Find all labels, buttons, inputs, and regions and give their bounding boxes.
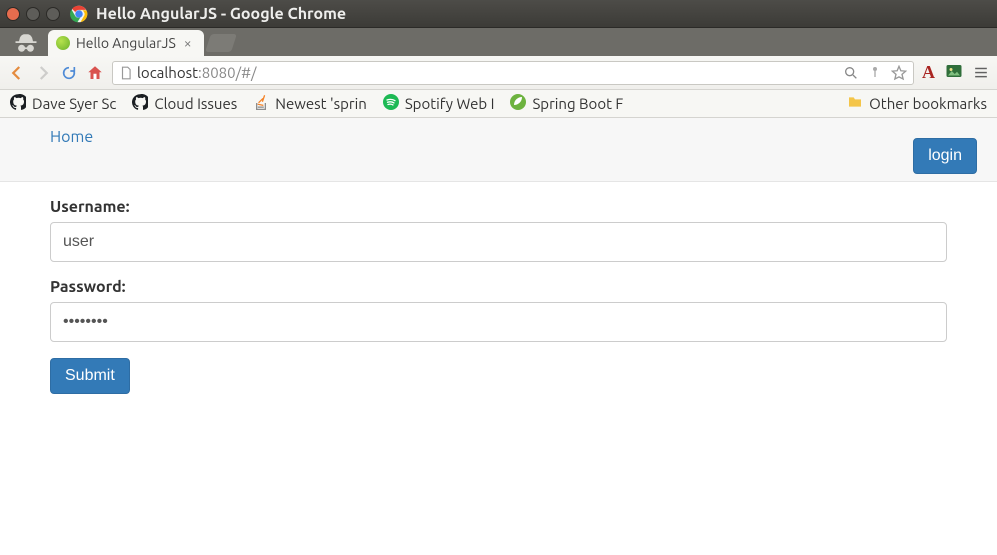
window-minimize-button[interactable] <box>26 7 40 21</box>
tab-close-button[interactable]: × <box>182 35 194 51</box>
new-tab-button[interactable] <box>205 34 237 52</box>
address-bar[interactable]: localhost:8080/#/ <box>112 61 914 85</box>
bookmark-item[interactable]: Spring Boot F <box>510 94 623 113</box>
url-port-path: :8080/#/ <box>198 64 256 81</box>
window-maximize-button[interactable] <box>46 7 60 21</box>
bookmark-label: Dave Syer Sc <box>32 95 116 112</box>
page-icon <box>119 66 133 80</box>
browser-toolbar: localhost:8080/#/ A <box>0 56 997 90</box>
star-bookmark-icon[interactable] <box>891 65 907 81</box>
bookmark-label: Spring Boot F <box>532 95 623 112</box>
password-label: Password: <box>50 278 947 296</box>
nav-reload-button[interactable] <box>60 64 78 82</box>
app-navbar: Home login <box>0 118 997 182</box>
nav-back-button[interactable] <box>8 64 26 82</box>
other-bookmarks-label: Other bookmarks <box>869 95 987 112</box>
incognito-icon <box>8 30 44 56</box>
folder-icon <box>847 94 863 113</box>
bookmark-item[interactable]: Cloud Issues <box>132 94 237 113</box>
spring-icon <box>510 94 526 113</box>
stackoverflow-icon <box>253 94 269 113</box>
browser-tab[interactable]: Hello AngularJS × <box>48 30 204 56</box>
zoom-icon[interactable] <box>843 65 859 81</box>
bookmarks-bar: Dave Syer Sc Cloud Issues Newest 'sprin … <box>0 90 997 118</box>
bookmark-item[interactable]: Newest 'sprin <box>253 94 367 113</box>
tab-strip: Hello AngularJS × <box>0 28 997 56</box>
username-label: Username: <box>50 198 947 216</box>
permissions-icon[interactable] <box>867 65 883 81</box>
nav-home-link[interactable]: Home <box>50 128 93 146</box>
bookmark-item[interactable]: Dave Syer Sc <box>10 94 116 113</box>
bookmark-item[interactable]: Spotify Web I <box>383 94 495 113</box>
login-form: Username: Password: Submit <box>0 182 997 410</box>
browser-menu-button[interactable] <box>973 66 989 80</box>
bookmark-label: Cloud Issues <box>154 95 237 112</box>
other-bookmarks-folder[interactable]: Other bookmarks <box>847 94 987 113</box>
spotify-icon <box>383 94 399 113</box>
password-input[interactable] <box>50 302 947 342</box>
url-text: localhost:8080/#/ <box>137 64 839 81</box>
extension-picture-icon[interactable] <box>945 62 963 83</box>
bookmark-label: Spotify Web I <box>405 95 495 112</box>
url-host: localhost <box>137 64 198 81</box>
github-icon <box>10 94 26 113</box>
nav-forward-button[interactable] <box>34 64 52 82</box>
github-icon <box>132 94 148 113</box>
login-button[interactable]: login <box>913 138 977 174</box>
submit-button[interactable]: Submit <box>50 358 130 394</box>
nav-home-button[interactable] <box>86 64 104 82</box>
window-controls <box>6 7 60 21</box>
extension-a-icon[interactable]: A <box>922 62 935 83</box>
tab-title: Hello AngularJS <box>76 35 176 51</box>
window-close-button[interactable] <box>6 7 20 21</box>
username-input[interactable] <box>50 222 947 262</box>
window-titlebar: Hello AngularJS - Google Chrome <box>0 0 997 28</box>
bookmark-label: Newest 'sprin <box>275 95 367 112</box>
tab-favicon-icon <box>56 36 70 50</box>
window-title: Hello AngularJS - Google Chrome <box>96 5 346 23</box>
chrome-logo-icon <box>70 5 88 23</box>
